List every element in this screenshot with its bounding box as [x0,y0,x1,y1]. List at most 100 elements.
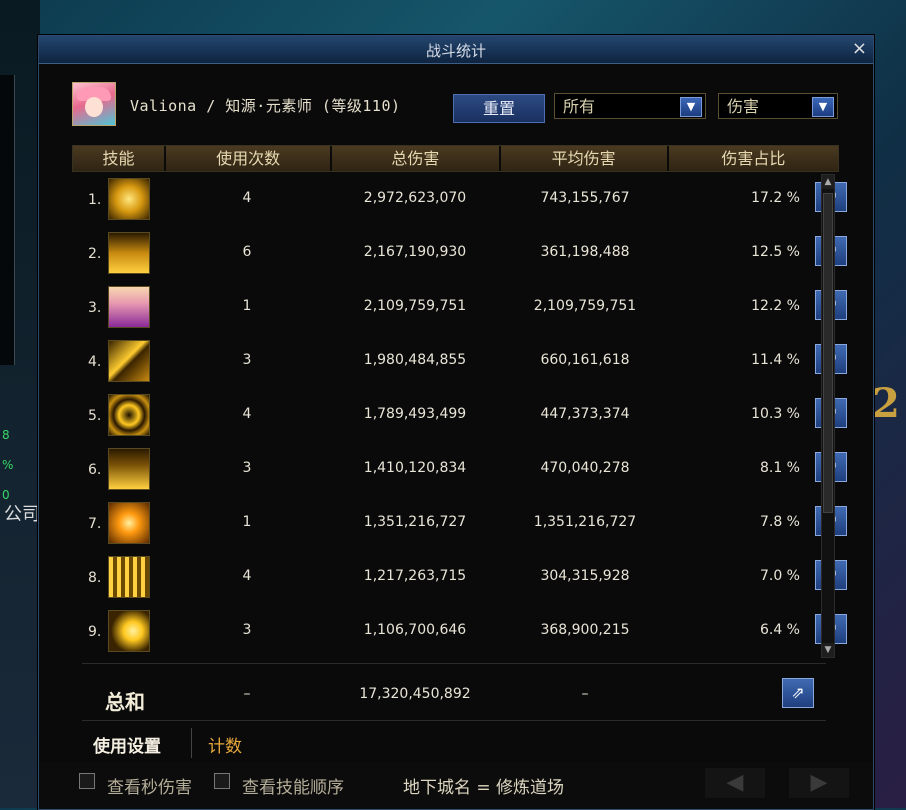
dps-checkbox[interactable] [79,773,95,789]
player-name: Valiona / 知源·元素师 (等级110) [130,97,401,115]
total-damage: 2,167,190,930 [363,244,467,260]
skill-flame-icon [108,232,150,274]
table-row[interactable]: 6. 3 1,410,120,834 470,040,278 8.1 % ⇗ [72,441,847,495]
total-damage: 1,410,120,834 [363,460,467,476]
row-index: 6. [88,462,102,478]
uses-count: 1 [242,298,252,314]
table-row[interactable]: 5. 4 1,789,493,499 447,373,374 10.3 % ⇗ [72,387,847,441]
background-side-text: 公司 [4,504,40,525]
avg-damage: 368,900,215 [540,622,630,638]
dungeon-name: 地下城名 = 修炼道场 [403,778,565,798]
column-header-skill[interactable]: 技能 [73,146,167,171]
reset-button[interactable]: 重置 [453,94,545,123]
uses-count: 4 [242,406,252,422]
divider [82,720,826,721]
damage-share: 7.8 % [759,514,800,530]
avatar [72,82,116,126]
stat-select[interactable]: 伤害 ▼ [718,93,838,119]
skill-slash-icon [108,340,150,382]
damage-share: 10.3 % [751,406,800,422]
total-damage: 2,972,623,070 [363,190,467,206]
table-row[interactable]: 4. 3 1,980,484,855 660,161,618 11.4 % ⇗ [72,333,847,387]
uses-count: 3 [242,352,252,368]
uses-count: 3 [242,622,252,638]
next-arrow-icon[interactable]: ▶ [789,768,849,798]
scroll-thumb[interactable] [823,193,833,513]
skill-beam-icon [108,556,150,598]
avg-damage: 470,040,278 [540,460,630,476]
scroll-down-icon[interactable]: ▼ [822,643,834,657]
avg-damage: 447,373,374 [540,406,630,422]
tab-usage-settings[interactable]: 使用设置 [93,732,161,757]
background-side-strip [0,75,15,365]
uses-count: 3 [242,460,252,476]
uses-count: 1 [242,514,252,530]
table-header: 技能 使用次数 总伤害 平均伤害 伤害占比 [72,145,839,172]
total-damage: 1,351,216,727 [363,514,467,530]
status-indicator: 8 [2,428,10,442]
background-glyph: 2 [872,380,900,427]
totals-avg: – [581,686,589,702]
totals-label: 总和 [105,690,145,714]
row-index: 8. [88,570,102,586]
dps-checkbox-label[interactable]: 查看秒伤害 [107,773,192,798]
total-damage: 1,217,263,715 [363,568,467,584]
column-header-avg-damage[interactable]: 平均伤害 [500,146,669,171]
table-row[interactable]: 3. 1 2,109,759,751 2,109,759,751 12.2 % … [72,279,847,333]
totals-uses: – [243,686,251,702]
table-row[interactable]: 2. 6 2,167,190,930 361,198,488 12.5 % ⇗ [72,225,847,279]
prev-arrow-icon[interactable]: ◀ [705,768,765,798]
damage-share: 6.4 % [759,622,800,638]
row-index: 1. [88,192,102,208]
damage-share: 12.5 % [751,244,800,260]
uses-count: 6 [242,244,252,260]
row-index: 2. [88,246,102,262]
total-damage: 1,980,484,855 [363,352,467,368]
title-bar[interactable]: 战斗统计 × [39,36,873,64]
table-scrollbar[interactable]: ▲ ▼ [821,174,835,658]
tab-separator [191,728,192,758]
avg-damage: 2,109,759,751 [533,298,637,314]
column-header-total-damage[interactable]: 总伤害 [332,146,501,171]
total-damage: 1,106,700,646 [363,622,467,638]
skill-explosion-icon [108,502,150,544]
column-header-damage-share[interactable]: 伤害占比 [668,146,839,171]
total-damage: 2,109,759,751 [363,298,467,314]
status-indicator: % [2,458,14,472]
avg-damage: 743,155,767 [540,190,630,206]
total-damage: 1,789,493,499 [363,406,467,422]
damage-share: 8.1 % [759,460,800,476]
skill-portrait-icon [108,286,150,328]
table-row[interactable]: 1. 4 2,972,623,070 743,155,767 17.2 % ⇗ [72,171,847,225]
skill-vortex-icon [108,394,150,436]
battle-stats-window: 战斗统计 × Valiona / 知源·元素师 (等级110) 重置 所有 ▼ … [38,35,874,810]
scope-select-value: 所有 [563,97,596,116]
avatar-face [85,97,103,117]
scroll-up-icon[interactable]: ▲ [822,175,834,189]
damage-share: 12.2 % [751,298,800,314]
skill-order-checkbox[interactable] [214,773,230,789]
window-title: 战斗统计 [425,42,486,60]
table-row[interactable]: 7. 1 1,351,216,727 1,351,216,727 7.8 % ⇗ [72,495,847,549]
row-index: 7. [88,516,102,532]
export-icon[interactable]: ⇗ [782,678,814,708]
row-index: 4. [88,354,102,370]
skill-burst-icon [108,178,150,220]
damage-share: 17.2 % [751,190,800,206]
row-index: 3. [88,300,102,316]
table-row[interactable]: 9. 3 1,106,700,646 368,900,215 6.4 % ⇗ [72,603,847,657]
close-icon[interactable]: × [852,38,867,59]
row-index: 5. [88,408,102,424]
avg-damage: 1,351,216,727 [533,514,637,530]
chevron-down-icon[interactable]: ▼ [812,97,834,117]
skill-pillar-icon [108,448,150,490]
tab-count[interactable]: 计数 [208,732,242,757]
divider [82,663,826,664]
chevron-down-icon[interactable]: ▼ [680,97,702,117]
scope-select[interactable]: 所有 ▼ [554,93,706,119]
uses-count: 4 [242,190,252,206]
avg-damage: 361,198,488 [540,244,630,260]
skill-order-checkbox-label[interactable]: 查看技能顺序 [242,773,344,798]
table-row[interactable]: 8. 4 1,217,263,715 304,315,928 7.0 % ⇗ [72,549,847,603]
column-header-uses[interactable]: 使用次数 [166,146,333,171]
